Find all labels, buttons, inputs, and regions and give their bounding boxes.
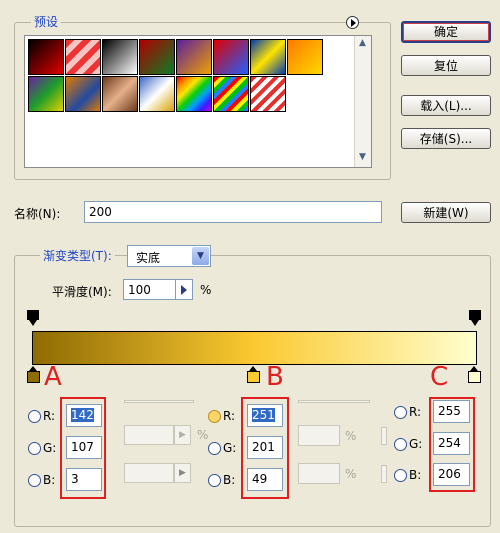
input-c-r[interactable]: 255	[433, 400, 470, 423]
midpoint-unit: %	[345, 429, 357, 443]
opacity-stop-right[interactable]	[469, 310, 481, 328]
chevron-down-icon[interactable]: ▼	[192, 247, 209, 265]
input-b-r[interactable]: 251	[247, 404, 283, 427]
ok-button[interactable]: 确定	[401, 21, 491, 43]
opacity-stop-left[interactable]	[27, 310, 39, 328]
delete-arrow-icon: ▶	[174, 463, 191, 483]
smoothness-input[interactable]: 100	[123, 279, 176, 300]
gradient-type-select[interactable]: 实底 ▼	[127, 245, 211, 267]
radio-c-b[interactable]	[394, 469, 407, 482]
delete-input	[124, 463, 174, 483]
name-input[interactable]: 200	[84, 201, 382, 223]
location-input	[124, 425, 174, 445]
gradient-swatch[interactable]	[65, 76, 101, 112]
radio-a-r[interactable]	[28, 410, 41, 423]
gradient-swatch[interactable]	[139, 76, 175, 112]
midpoint-track	[298, 400, 370, 403]
gradient-swatch[interactable]	[139, 39, 175, 75]
radio-c-r[interactable]	[394, 406, 407, 419]
label-c-g: G:	[409, 437, 423, 451]
input-a-r[interactable]: 142	[66, 404, 102, 427]
gradient-bar[interactable]	[32, 331, 477, 365]
reset-button[interactable]: 复位	[401, 55, 491, 76]
load-button[interactable]: 载入(L)...	[401, 95, 491, 116]
gradient-type-label: 渐变类型(T):	[40, 247, 115, 264]
radio-a-b[interactable]	[28, 474, 41, 487]
gradient-swatch[interactable]	[287, 39, 323, 75]
presets-scrollbar[interactable]: ▲ ▼	[354, 36, 371, 167]
delete-midpoint-unit: %	[345, 467, 357, 481]
color-stop-c[interactable]	[468, 366, 481, 384]
label-b-b: B:	[223, 473, 236, 487]
presets-title: 预设	[31, 13, 62, 30]
input-c-g[interactable]: 254	[433, 432, 470, 455]
label-c-r: R:	[409, 405, 422, 419]
gradient-swatch[interactable]	[176, 76, 212, 112]
color-stop-b[interactable]	[247, 366, 260, 384]
small-disabled-1	[381, 427, 387, 445]
radio-a-g[interactable]	[28, 442, 41, 455]
location-arrow-icon: ▶	[174, 425, 191, 445]
gradient-swatch[interactable]	[213, 76, 249, 112]
new-button[interactable]: 新建(W)	[401, 202, 491, 223]
label-b-r: R:	[223, 409, 236, 423]
smoothness-label: 平滑度(M):	[52, 285, 112, 299]
color-stop-a[interactable]	[27, 366, 40, 384]
radio-b-g[interactable]	[208, 442, 221, 455]
label-c-b: B:	[409, 468, 422, 482]
gradient-swatch[interactable]	[28, 76, 64, 112]
small-disabled-2	[381, 465, 387, 483]
input-b-g[interactable]: 201	[247, 436, 283, 459]
gradient-swatch[interactable]	[250, 39, 286, 75]
gradient-swatch[interactable]	[28, 39, 64, 75]
label-b-g: G:	[223, 441, 237, 455]
scroll-down-icon[interactable]: ▼	[357, 152, 368, 165]
gradient-swatch[interactable]	[176, 39, 212, 75]
input-b-b[interactable]: 49	[247, 468, 283, 491]
midpoint-input	[298, 425, 340, 446]
radio-c-g[interactable]	[394, 438, 407, 451]
label-a-r: R:	[43, 409, 56, 423]
smoothness-unit: %	[200, 283, 212, 297]
location-unit: %	[197, 428, 209, 442]
delete-midpoint-input	[298, 463, 340, 484]
gradient-swatch[interactable]	[250, 76, 286, 112]
gradient-swatch[interactable]	[102, 76, 138, 112]
label-a-g: G:	[43, 441, 57, 455]
annotation-b: B	[266, 362, 284, 392]
annotation-c: C	[430, 362, 449, 392]
radio-b-b[interactable]	[208, 474, 221, 487]
input-a-g[interactable]: 107	[66, 436, 102, 459]
gradient-swatch[interactable]	[65, 39, 101, 75]
name-label: 名称(N):	[14, 207, 61, 221]
gradient-type-value: 实底	[136, 251, 161, 265]
scroll-up-icon[interactable]: ▲	[357, 38, 368, 51]
annotation-a: A	[44, 362, 62, 392]
location-track	[124, 400, 194, 403]
input-c-b[interactable]: 206	[433, 463, 470, 486]
smoothness-arrow-icon[interactable]	[176, 279, 193, 300]
save-button[interactable]: 存储(S)...	[401, 128, 491, 149]
gradient-swatch[interactable]	[213, 39, 249, 75]
presets-list[interactable]: ▲ ▼	[24, 35, 372, 168]
input-a-b[interactable]: 3	[66, 468, 102, 491]
gradient-swatch[interactable]	[102, 39, 138, 75]
radio-b-r[interactable]	[208, 410, 221, 423]
presets-menu-icon[interactable]	[346, 16, 359, 29]
label-a-b: B:	[43, 473, 56, 487]
